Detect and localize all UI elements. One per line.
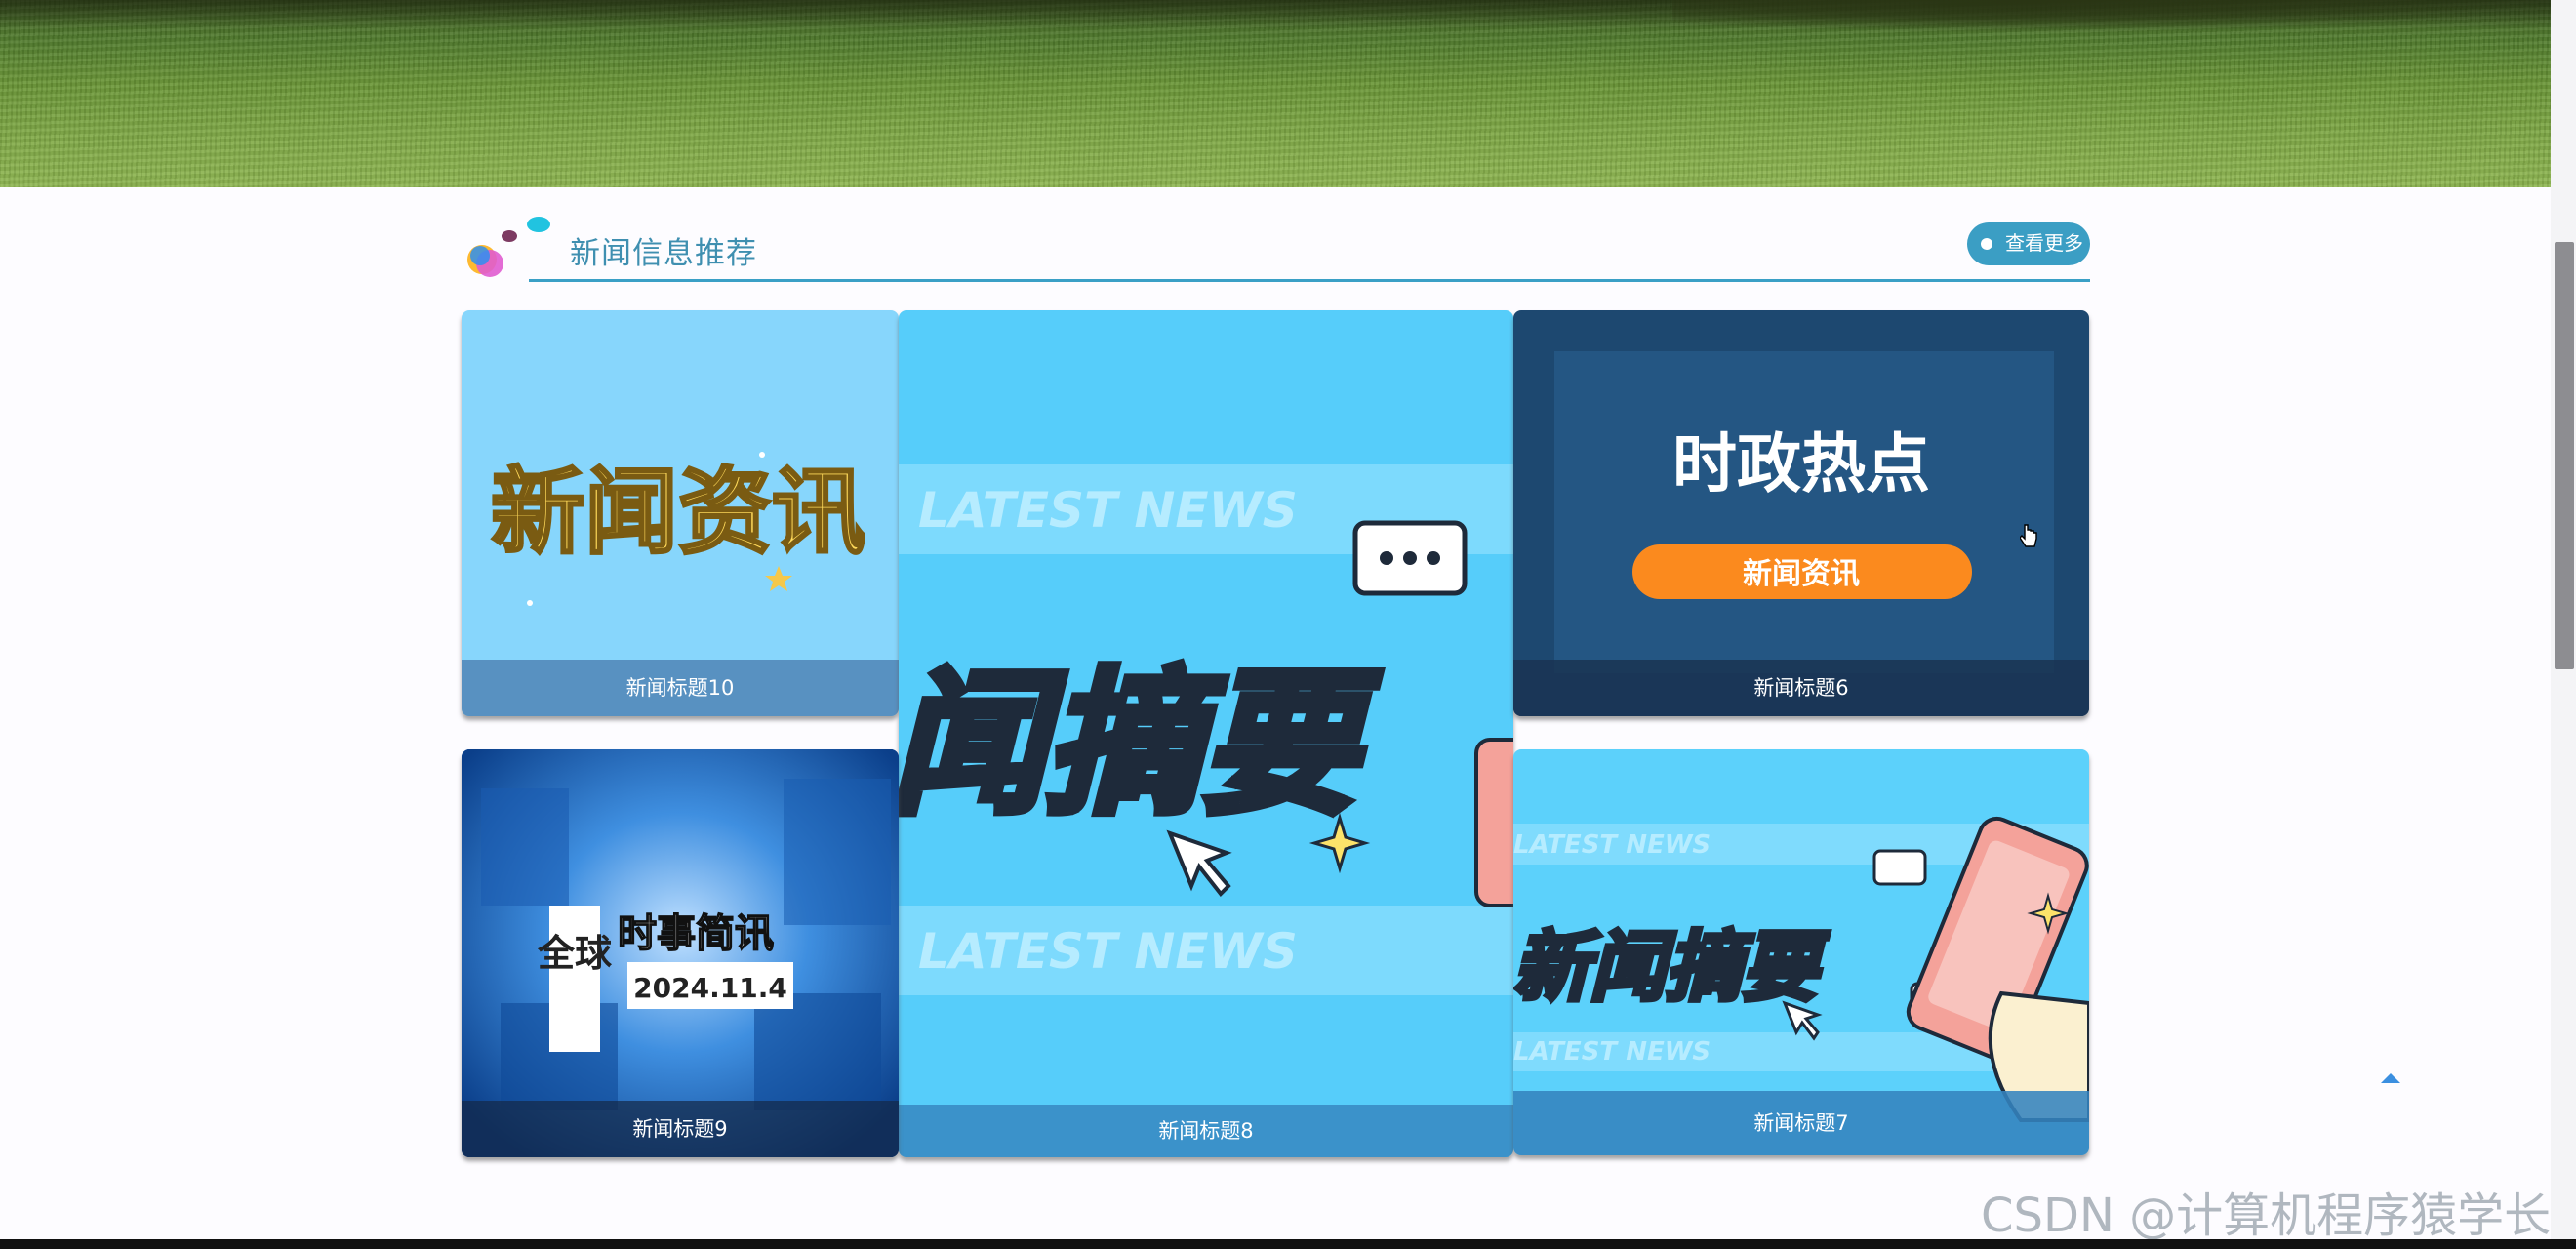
thumbnail-headline: 时政热点 bbox=[1672, 426, 1930, 502]
news-title: 新闻标题8 bbox=[899, 1105, 1513, 1157]
view-more-label: 查看更多 bbox=[2005, 233, 2083, 255]
news-title: 新闻标题10 bbox=[462, 660, 899, 716]
news-title: 新闻标题6 bbox=[1513, 660, 2089, 716]
news-card[interactable]: LATEST NEWS LATEST NEWS 闻摘要 新闻标题8 bbox=[899, 310, 1513, 1157]
scrollbar-thumb[interactable] bbox=[2555, 242, 2574, 669]
thumbnail-headline: 新闻摘要 bbox=[1513, 924, 1830, 1012]
news-recommend-section: 新闻信息推荐 查看更多 bbox=[461, 217, 2090, 283]
section-title: 新闻信息推荐 bbox=[570, 236, 757, 271]
thumbnail-headline: 时事简讯 bbox=[618, 910, 774, 956]
news-card[interactable]: LATEST NEWS LATEST NEWS 新闻摘要 新闻标题7 bbox=[1513, 749, 2089, 1155]
news-card[interactable]: 全球 时事简讯 2024.11.4 新闻标题9 bbox=[462, 749, 899, 1157]
banner-text: LATEST NEWS bbox=[1513, 1037, 1711, 1067]
thumbnail-button-text: 新闻资讯 bbox=[1743, 557, 1860, 591]
news-card[interactable]: 新闻资讯 新闻标题10 bbox=[462, 310, 899, 716]
news-title: 新闻标题7 bbox=[1513, 1091, 2089, 1155]
dot-icon bbox=[1981, 238, 1992, 250]
thumbnail-date: 2024.11.4 bbox=[633, 972, 787, 1004]
section-header: 新闻信息推荐 查看更多 bbox=[461, 217, 2090, 283]
banner-text: LATEST NEWS bbox=[918, 482, 1298, 539]
banner-text: LATEST NEWS bbox=[1513, 830, 1711, 860]
news-title: 新闻标题9 bbox=[462, 1101, 899, 1157]
watermark: CSDN @计算机程序猿学长 bbox=[1981, 1189, 2552, 1243]
page: 新闻信息推荐 查看更多 新闻资讯 新闻标题10 LATEST NEWS LATE… bbox=[0, 0, 2576, 1249]
thumbnail-headline: 闻摘要 bbox=[899, 653, 1381, 835]
news-card[interactable]: 时政热点 新闻资讯 新闻标题6 bbox=[1513, 310, 2089, 716]
news-thumbnail: LATEST NEWS LATEST NEWS 闻摘要 bbox=[899, 464, 1513, 995]
news-thumbnail: 全球 时事简讯 2024.11.4 bbox=[462, 749, 899, 1157]
hero-banner-image bbox=[0, 0, 2551, 187]
news-thumbnail: 时政热点 新闻资讯 bbox=[1554, 351, 2054, 673]
news-thumbnail: 新闻资讯 bbox=[490, 452, 867, 606]
bubbles-logo-icon bbox=[467, 217, 550, 277]
section-underline bbox=[529, 279, 2090, 282]
back-to-top-icon[interactable] bbox=[2373, 1066, 2408, 1093]
thumbnail-text-a: 全球 bbox=[537, 931, 613, 975]
banner-text: LATEST NEWS bbox=[918, 923, 1298, 980]
bottom-edge bbox=[0, 1239, 2576, 1249]
pointer-cursor-icon bbox=[2020, 524, 2037, 547]
thumbnail-headline: 新闻资讯 bbox=[491, 458, 865, 567]
view-more-button[interactable]: 查看更多 bbox=[1967, 222, 2090, 265]
